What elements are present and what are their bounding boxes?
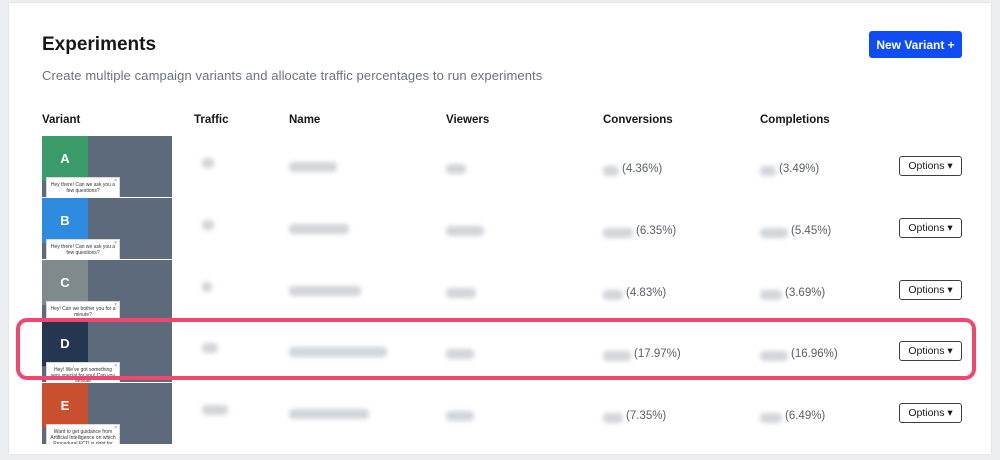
conversions-count-redacted: [603, 290, 623, 300]
viewers-value-redacted: [446, 288, 476, 298]
name-value-redacted: [289, 162, 337, 172]
page-subtitle: Create multiple campaign variants and al…: [42, 68, 543, 83]
table-row: B × Hey there! Can we ask you a few ques…: [9, 198, 993, 260]
traffic-value-redacted: [202, 220, 214, 230]
conversion-percentage: (17.97%): [634, 348, 681, 360]
completions-count-redacted: [760, 413, 782, 423]
variant-letter: E: [42, 383, 88, 428]
traffic-value-redacted: [202, 343, 218, 353]
variant-preview-popup: × Want to get guidance from Artificial I…: [46, 424, 120, 444]
conversion-percentage: (6.35%): [636, 225, 677, 237]
page-title: Experiments: [42, 34, 157, 55]
column-header-variant: Variant: [42, 114, 81, 126]
variant-preview-text: Want to get guidance from Artificial Int…: [50, 429, 116, 444]
completions-count-redacted: [760, 228, 788, 238]
completion-percentage: (3.49%): [779, 163, 820, 175]
table-row: E × Want to get guidance from Artificial…: [9, 383, 993, 445]
name-value-redacted: [289, 409, 369, 419]
conversion-percentage: (4.36%): [622, 163, 663, 175]
table-row: A × Hey there! Can we ask you a few ques…: [9, 136, 993, 198]
conversion-percentage: (4.83%): [626, 287, 667, 299]
viewers-value-redacted: [446, 164, 466, 174]
viewers-value-redacted: [446, 226, 484, 236]
completion-percentage: (3.69%): [785, 287, 826, 299]
viewers-value-redacted: [446, 411, 474, 421]
completion-percentage: (6.49%): [785, 410, 826, 422]
variant-thumbnail: C × Hey! Can we bother you for a minute?: [42, 260, 172, 321]
options-button[interactable]: Options ▾: [899, 341, 962, 361]
completions-count-redacted: [760, 351, 788, 361]
variant-preview-text: Hey there! Can we ask you a few question…: [50, 182, 116, 194]
conversions-count-redacted: [603, 413, 623, 423]
close-icon: ×: [114, 178, 117, 184]
variant-letter: A: [42, 136, 88, 181]
variant-preview-text: Hey! We've got something very special fo…: [50, 367, 116, 382]
options-button[interactable]: Options ▾: [899, 156, 962, 176]
table-row: C × Hey! Can we bother you for a minute?…: [9, 260, 993, 322]
completions-count-redacted: [760, 166, 776, 176]
close-icon: ×: [114, 240, 117, 246]
name-value-redacted: [289, 347, 387, 357]
completion-percentage: (5.45%): [791, 225, 832, 237]
options-button[interactable]: Options ▾: [899, 403, 962, 423]
options-button[interactable]: Options ▾: [899, 280, 962, 300]
conversions-count-redacted: [603, 228, 633, 238]
variant-thumbnail: D × Hey! We've got something very specia…: [42, 321, 172, 382]
column-header-name: Name: [289, 114, 321, 126]
variant-thumbnail: A × Hey there! Can we ask you a few ques…: [42, 136, 172, 197]
completions-count-redacted: [760, 290, 782, 300]
name-value-redacted: [289, 286, 361, 296]
conversions-count-redacted: [603, 351, 631, 361]
variant-preview-text: Hey! Can we bother you for a minute?: [50, 306, 116, 318]
traffic-value-redacted: [202, 282, 212, 292]
variant-preview-popup: × Hey! Can we bother you for a minute?: [46, 301, 120, 321]
variant-letter: B: [42, 198, 88, 243]
variant-letter: C: [42, 260, 88, 305]
experiments-card: Experiments Create multiple campaign var…: [8, 2, 992, 455]
new-variant-button[interactable]: New Variant +: [869, 31, 962, 58]
variant-preview-popup: × Hey there! Can we ask you a few questi…: [46, 177, 120, 197]
close-icon: ×: [114, 425, 117, 431]
variant-thumbnail: B × Hey there! Can we ask you a few ques…: [42, 198, 172, 259]
traffic-value-redacted: [202, 158, 214, 168]
options-button[interactable]: Options ▾: [899, 218, 962, 238]
completion-percentage: (16.96%): [791, 348, 838, 360]
variant-preview-popup: × Hey! We've got something very special …: [46, 362, 120, 382]
variant-preview-text: Hey there! Can we ask you a few question…: [50, 244, 116, 256]
table-row: D × Hey! We've got something very specia…: [9, 321, 993, 383]
column-header-viewers: Viewers: [446, 114, 490, 126]
variant-preview-popup: × Hey there! Can we ask you a few questi…: [46, 239, 120, 259]
variant-thumbnail: E × Want to get guidance from Artificial…: [42, 383, 172, 444]
traffic-value-redacted: [202, 405, 228, 415]
column-header-traffic: Traffic: [194, 114, 229, 126]
conversion-percentage: (7.35%): [626, 410, 667, 422]
column-header-completions: Completions: [760, 114, 830, 126]
close-icon: ×: [114, 363, 117, 369]
name-value-redacted: [289, 224, 349, 234]
close-icon: ×: [114, 302, 117, 308]
column-header-conversions: Conversions: [603, 114, 673, 126]
conversions-count-redacted: [603, 166, 619, 176]
variant-letter: D: [42, 321, 88, 366]
viewers-value-redacted: [446, 349, 474, 359]
